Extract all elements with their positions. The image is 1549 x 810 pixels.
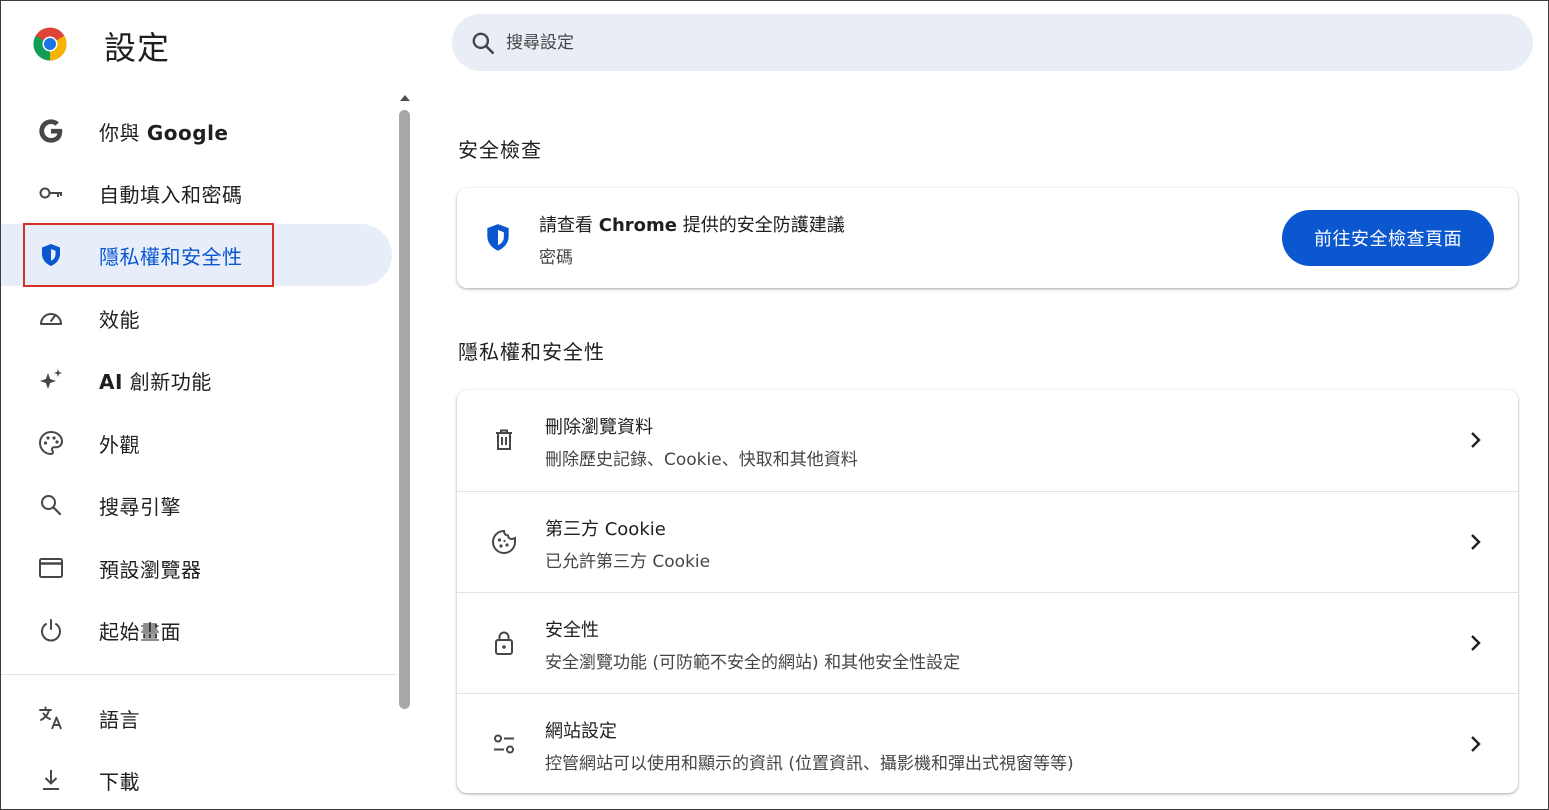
sidebar-item-label: 你與 Google bbox=[99, 120, 229, 145]
sidebar-item-appearance[interactable]: 外觀 bbox=[1, 412, 392, 474]
sparkle-icon bbox=[37, 366, 65, 394]
row-site-settings[interactable]: 網站設定 控管網站可以使用和顯示的資訊 (位置資訊、攝影機和彈出式視窗等等) bbox=[457, 693, 1518, 794]
sidebar-item-ai-features[interactable]: AI 創新功能 bbox=[1, 349, 392, 411]
search-icon bbox=[37, 491, 65, 519]
speedometer-icon bbox=[37, 304, 65, 332]
row-security[interactable]: 安全性 安全瀏覽功能 (可防範不安全的網站) 和其他安全性設定 bbox=[457, 592, 1518, 693]
chevron-right-icon bbox=[1471, 534, 1481, 550]
translate-icon bbox=[37, 704, 65, 732]
search-input[interactable] bbox=[506, 32, 1406, 53]
search-bar[interactable] bbox=[452, 14, 1533, 71]
sidebar-item-label: 自動填入和密碼 bbox=[99, 182, 243, 207]
trash-icon bbox=[490, 426, 518, 454]
sidebar-item-search-engine[interactable]: 搜尋引擎 bbox=[1, 474, 392, 536]
row-subtitle: 控管網站可以使用和顯示的資訊 (位置資訊、攝影機和彈出式視窗等等) bbox=[545, 754, 1074, 774]
chrome-settings-page: 設定 你與 Google 自動填入和密碼 隱私權和安全性 bbox=[0, 0, 1549, 810]
scroll-up-arrow-icon[interactable] bbox=[398, 93, 412, 103]
row-title: 安全性 bbox=[545, 620, 599, 641]
row-subtitle: 刪除歷史記錄、Cookie、快取和其他資料 bbox=[545, 450, 858, 470]
tune-icon bbox=[490, 730, 518, 758]
sidebar-item-languages[interactable]: 語言 bbox=[1, 687, 392, 749]
chevron-right-icon bbox=[1471, 736, 1481, 752]
palette-icon bbox=[37, 429, 65, 457]
google-g-icon bbox=[37, 117, 65, 145]
sidebar-item-label: 起始畫面 bbox=[99, 619, 181, 644]
search-icon bbox=[472, 32, 495, 54]
sidebar-item-label: 語言 bbox=[99, 707, 140, 732]
browser-window-icon bbox=[37, 554, 65, 582]
shield-icon bbox=[487, 224, 509, 251]
lock-icon bbox=[490, 629, 518, 657]
page-title: 設定 bbox=[104, 29, 171, 67]
sidebar-item-label: 效能 bbox=[99, 307, 140, 332]
sidebar-item-label: 預設瀏覽器 bbox=[99, 557, 202, 582]
row-subtitle: 安全瀏覽功能 (可防範不安全的網站) 和其他安全性設定 bbox=[545, 653, 961, 673]
row-title: 第三方 Cookie bbox=[545, 519, 666, 540]
power-icon bbox=[37, 616, 65, 644]
sidebar-item-label: 外觀 bbox=[99, 432, 140, 457]
go-to-safety-check-button[interactable]: 前往安全檢查頁面 bbox=[1282, 210, 1494, 266]
safety-check-card: 請查看 Chrome 提供的安全防護建議 密碼 前往安全檢查頁面 bbox=[457, 188, 1518, 288]
section-title-safety-check: 安全檢查 bbox=[458, 138, 542, 162]
scrollbar-thumb[interactable] bbox=[399, 110, 410, 709]
row-third-party-cookies[interactable]: 第三方 Cookie 已允許第三方 Cookie bbox=[457, 491, 1518, 592]
sidebar-item-on-startup[interactable]: 起始畫面 bbox=[1, 599, 392, 661]
sidebar-item-downloads[interactable]: 下載 bbox=[1, 749, 392, 809]
section-title-privacy: 隱私權和安全性 bbox=[458, 340, 605, 364]
sidebar-item-performance[interactable]: 效能 bbox=[1, 287, 392, 349]
key-icon bbox=[37, 179, 65, 207]
download-icon bbox=[37, 766, 65, 794]
cookie-icon bbox=[490, 528, 518, 556]
sidebar-item-label: 下載 bbox=[99, 769, 140, 794]
row-clear-browsing-data[interactable]: 刪除瀏覽資料 刪除歷史記錄、Cookie、快取和其他資料 bbox=[457, 390, 1518, 491]
sidebar-item-you-and-google[interactable]: 你與 Google bbox=[1, 100, 392, 162]
row-title: 刪除瀏覽資料 bbox=[545, 417, 653, 438]
sidebar-item-label: 搜尋引擎 bbox=[99, 494, 181, 519]
sidebar-item-label: AI 創新功能 bbox=[99, 369, 212, 394]
row-title: 網站設定 bbox=[545, 721, 617, 742]
sidebar-item-default-browser[interactable]: 預設瀏覽器 bbox=[1, 537, 392, 599]
chrome-logo-icon bbox=[32, 26, 68, 62]
chevron-right-icon bbox=[1471, 635, 1481, 651]
chevron-right-icon bbox=[1471, 432, 1481, 448]
highlight-annotation-box bbox=[23, 223, 274, 287]
safety-check-title: 請查看 Chrome 提供的安全防護建議 bbox=[539, 215, 845, 236]
sidebar-divider bbox=[1, 674, 397, 675]
row-subtitle: 已允許第三方 Cookie bbox=[545, 552, 711, 572]
privacy-security-card: 刪除瀏覽資料 刪除歷史記錄、Cookie、快取和其他資料 第三方 Cookie … bbox=[457, 390, 1518, 793]
sidebar: 你與 Google 自動填入和密碼 隱私權和安全性 效能 AI 創新功能 外觀 … bbox=[1, 93, 397, 809]
sidebar-item-autofill[interactable]: 自動填入和密碼 bbox=[1, 162, 392, 224]
safety-check-subtitle: 密碼 bbox=[539, 248, 573, 268]
